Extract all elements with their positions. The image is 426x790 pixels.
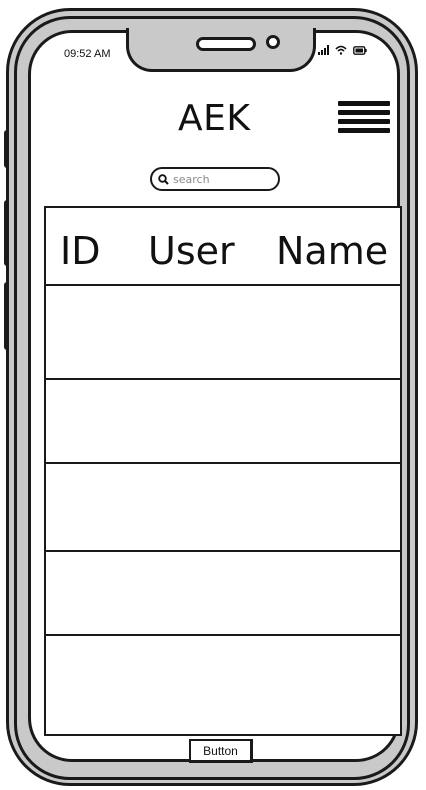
table-row[interactable] xyxy=(46,286,400,378)
table-header: ID User Name xyxy=(46,208,400,286)
signal-icon xyxy=(318,45,329,55)
speaker-icon xyxy=(196,37,256,51)
search-input[interactable] xyxy=(173,172,263,186)
hamburger-menu-icon[interactable] xyxy=(338,101,390,141)
table-row[interactable] xyxy=(46,552,400,634)
wifi-icon xyxy=(335,45,347,55)
app-title: AEK xyxy=(178,98,251,139)
status-icons xyxy=(318,45,367,55)
table-row[interactable] xyxy=(46,636,400,734)
column-header-name[interactable]: Name xyxy=(276,232,388,270)
search-icon xyxy=(158,173,169,185)
footer-button[interactable]: Button xyxy=(189,739,253,763)
table-row[interactable] xyxy=(46,464,400,550)
column-header-id[interactable]: ID xyxy=(60,232,100,270)
battery-icon xyxy=(353,46,367,55)
data-table: ID User Name xyxy=(44,206,402,736)
table-row[interactable] xyxy=(46,380,400,462)
status-time: 09:52 AM xyxy=(64,48,111,60)
camera-icon xyxy=(266,35,280,49)
phone-mockup: 09:52 AM AEK ID User Name xyxy=(0,0,426,790)
column-header-user[interactable]: User xyxy=(148,232,235,270)
search-box[interactable] xyxy=(150,167,280,191)
